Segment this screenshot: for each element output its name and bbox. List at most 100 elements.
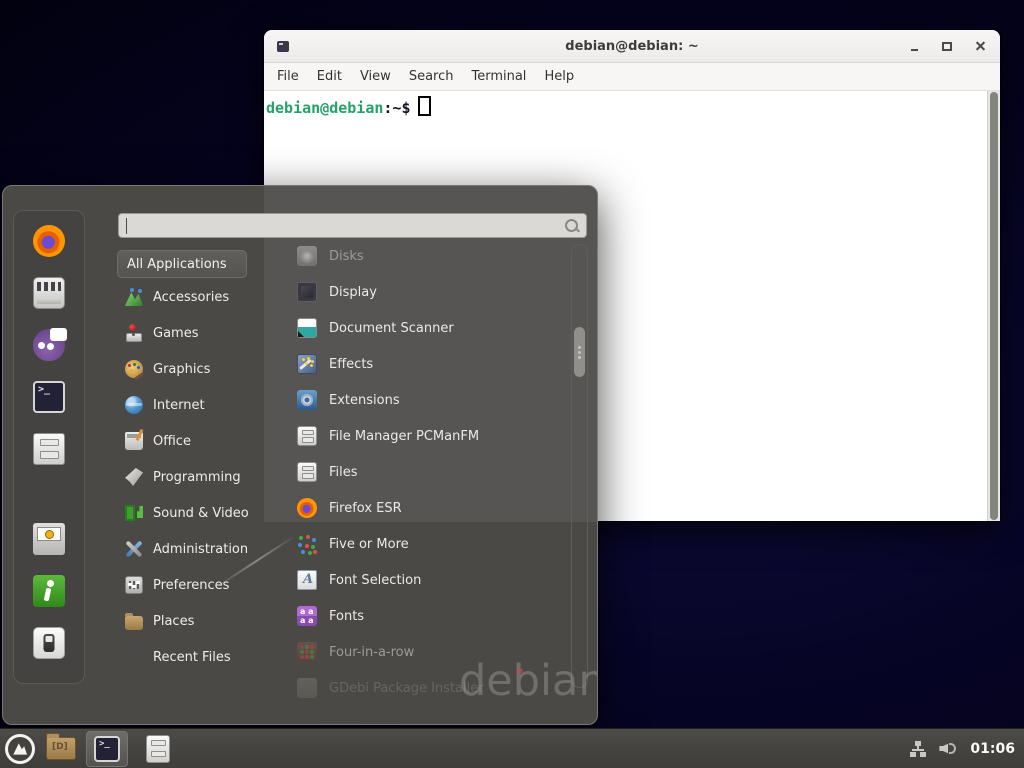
terminal-task-button[interactable] [86, 731, 128, 767]
menubar-item[interactable]: Search [400, 69, 463, 84]
application-icon [297, 642, 317, 662]
menubar-item[interactable]: Terminal [462, 69, 535, 84]
app-extensions[interactable]: Extensions [295, 382, 575, 418]
category-preferences[interactable]: Preferences [123, 567, 269, 603]
application-label: File Manager PCManFM [329, 429, 479, 444]
app-files[interactable]: Files [295, 454, 575, 490]
file-manager-launcher[interactable] [46, 737, 76, 760]
prompt-user-host: debian@debian [266, 99, 383, 117]
category-label: Recent Files [153, 650, 231, 665]
category-internet[interactable]: Internet [123, 387, 269, 423]
network-icon[interactable] [910, 741, 926, 757]
application-label: Four-in-a-row [329, 645, 414, 660]
category-graphics[interactable]: Graphics [123, 351, 269, 387]
favorite-firefox-icon[interactable] [33, 225, 65, 257]
terminal-titlebar[interactable]: debian@debian: ~ [264, 30, 1000, 63]
application-label: Five or More [329, 537, 409, 552]
search-box[interactable] [118, 213, 587, 238]
system-actions-group [33, 523, 65, 659]
desktop: debian@debian: ~ FileEditViewSearchTermi… [0, 0, 1024, 768]
application-icon [297, 498, 317, 518]
terminal-scrollbar-thumb[interactable] [990, 92, 998, 520]
terminal-icon [94, 736, 120, 762]
logout-icon[interactable] [33, 575, 65, 607]
application-label: Effects [329, 357, 373, 372]
volume-icon[interactable] [939, 741, 957, 757]
app-effects[interactable]: Effects [295, 346, 575, 382]
category-office[interactable]: Office [123, 423, 269, 459]
files-launcher[interactable] [146, 735, 170, 763]
category-recent-files[interactable]: Recent Files [123, 639, 269, 675]
application-label: Document Scanner [329, 321, 454, 336]
application-icon [297, 318, 317, 338]
application-icon [297, 570, 317, 590]
app-firefox-esr[interactable]: Firefox ESR [295, 490, 575, 526]
favorite-software-icon[interactable] [33, 277, 65, 309]
app-disks[interactable]: Disks [295, 238, 575, 274]
app-document-scanner[interactable]: Document Scanner [295, 310, 575, 346]
application-icon [297, 534, 317, 554]
app-file-manager-pcmanfm[interactable]: File Manager PCManFM [295, 418, 575, 454]
watermark-red-dot [517, 668, 523, 674]
application-icon [297, 606, 317, 626]
taskbar-clock: 01:06 [970, 741, 1015, 757]
maximize-button[interactable] [939, 38, 955, 54]
favorite-file-cabinet-icon[interactable] [33, 433, 65, 465]
favorites-panel [13, 210, 85, 684]
application-list: Disks Display Document Scanner Effects E… [295, 238, 575, 706]
category-icon [125, 616, 143, 630]
application-icon [297, 390, 317, 410]
menubar-item[interactable]: File [268, 69, 308, 84]
menubar-item[interactable]: View [351, 69, 400, 84]
search-icon [565, 219, 578, 232]
application-icon [297, 282, 317, 302]
terminal-scrollbar[interactable] [987, 91, 1000, 521]
category-games[interactable]: Games [123, 315, 269, 351]
minimize-button[interactable] [906, 38, 922, 54]
menubar-item[interactable]: Help [535, 69, 583, 84]
shutdown-icon[interactable] [33, 627, 65, 659]
category-icon [125, 468, 143, 486]
application-icon [297, 678, 317, 698]
category-icon [125, 432, 143, 450]
terminal-window-icon [277, 41, 289, 52]
favorite-pidgin-icon[interactable] [33, 329, 65, 361]
lock-screen-icon[interactable] [33, 523, 65, 555]
menu-scrollbar-thumb[interactable] [574, 327, 585, 377]
app-display[interactable]: Display [295, 274, 575, 310]
prompt-path: :~$ [383, 99, 410, 117]
app-font-selection[interactable]: Font Selection [295, 562, 575, 598]
category-sound-video[interactable]: Sound & Video [123, 495, 269, 531]
category-label: Accessories [153, 290, 229, 305]
category-programming[interactable]: Programming [123, 459, 269, 495]
menu-scrollbar[interactable] [571, 244, 588, 688]
category-icon [125, 504, 143, 522]
close-button[interactable] [972, 38, 988, 54]
menu-button[interactable] [5, 734, 35, 764]
category-administration[interactable]: Administration [123, 531, 269, 567]
search-input[interactable] [127, 216, 547, 235]
category-label: Programming [153, 470, 241, 485]
category-icon [125, 288, 143, 306]
category-label: Administration [153, 542, 248, 557]
application-label: Firefox ESR [329, 501, 402, 516]
category-label: Sound & Video [153, 506, 249, 521]
application-label: Disks [329, 249, 364, 264]
category-icon [125, 324, 143, 342]
all-applications-button[interactable]: All Applications [117, 250, 247, 278]
category-icon [125, 396, 143, 414]
app-fonts[interactable]: Fonts [295, 598, 575, 634]
category-label: Graphics [153, 362, 210, 377]
terminal-cursor [418, 96, 431, 116]
category-label: Places [153, 614, 194, 629]
category-places[interactable]: Places [123, 603, 269, 639]
taskbar: 01:06 [0, 728, 1024, 768]
application-icon [297, 462, 317, 482]
favorite-terminal-icon[interactable] [33, 381, 65, 413]
terminal-menubar: FileEditViewSearchTerminalHelp [264, 63, 1000, 91]
app-five-or-more[interactable]: Five or More [295, 526, 575, 562]
category-accessories[interactable]: Accessories [123, 279, 269, 315]
application-label: Files [329, 465, 358, 480]
menubar-item[interactable]: Edit [308, 69, 351, 84]
category-label: Office [153, 434, 191, 449]
